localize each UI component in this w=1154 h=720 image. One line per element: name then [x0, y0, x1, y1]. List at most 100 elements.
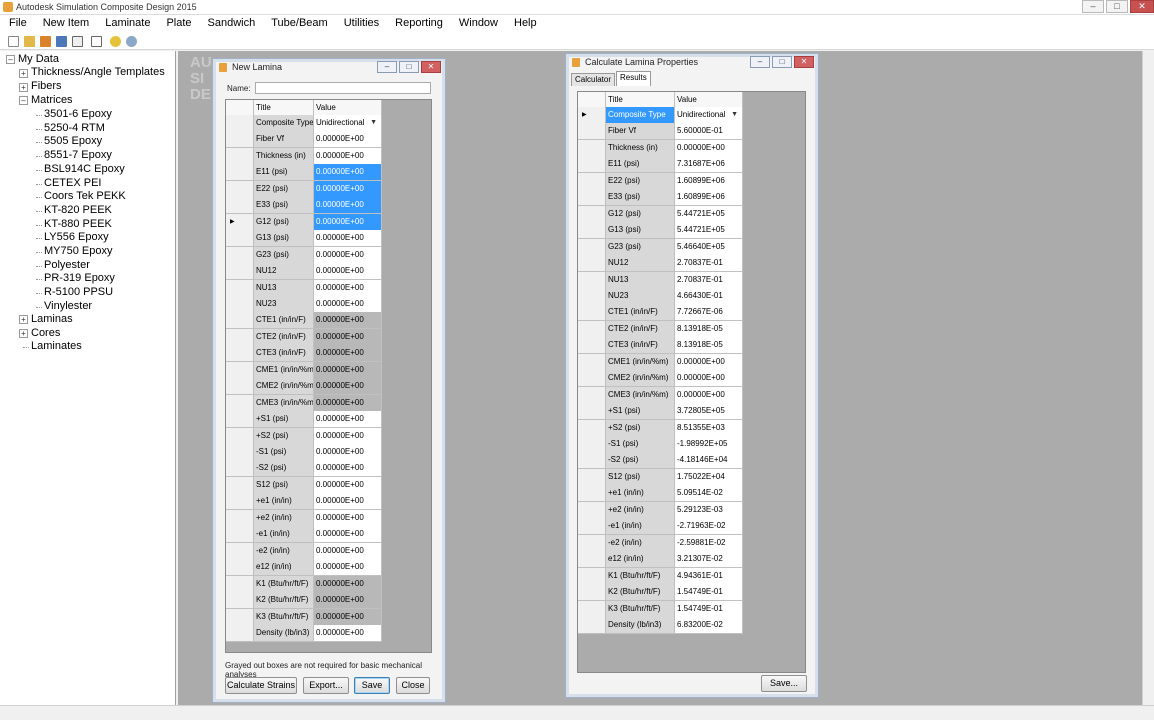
row-value-input[interactable]: 0.00000E+00	[314, 213, 382, 231]
row-header[interactable]	[226, 608, 254, 626]
row-header[interactable]	[578, 304, 606, 322]
row-value-input[interactable]: 0.00000E+00	[314, 493, 382, 511]
menu-reporting[interactable]: Reporting	[386, 15, 450, 33]
row-header[interactable]	[226, 444, 254, 461]
tree-item-matrix[interactable]: KT-820 PEEK	[44, 204, 112, 216]
tree-item-matrix[interactable]: 3501-6 Epoxy	[44, 108, 112, 120]
close-button[interactable]: ✕	[794, 56, 814, 68]
row-header[interactable]	[226, 460, 254, 478]
row-header[interactable]	[226, 164, 254, 182]
tree-item-matrix[interactable]: R-5100 PPSU	[44, 286, 113, 298]
row-header[interactable]	[226, 575, 254, 593]
library-icon[interactable]	[40, 36, 51, 47]
row-header[interactable]	[578, 172, 606, 190]
row-header[interactable]	[226, 246, 254, 264]
row-header[interactable]	[226, 345, 254, 363]
row-value-input[interactable]: 0.00000E+00	[314, 131, 382, 149]
row-header[interactable]	[578, 501, 606, 519]
help-icon[interactable]	[91, 36, 102, 47]
row-value-input[interactable]: 0.00000E+00	[314, 164, 382, 182]
tree-item-matrix[interactable]: BSL914C Epoxy	[44, 163, 125, 175]
row-header[interactable]	[578, 337, 606, 355]
name-input[interactable]	[255, 82, 431, 94]
minimize-button[interactable]: –	[1082, 0, 1104, 13]
row-header[interactable]	[226, 526, 254, 544]
tree-item-matrix[interactable]: KT-880 PEEK	[44, 218, 112, 230]
tree-root-my-data[interactable]: My Data	[18, 53, 59, 65]
row-header[interactable]	[226, 263, 254, 281]
row-header[interactable]	[578, 616, 606, 634]
new-lamina-titlebar[interactable]: New Lamina – □ ✕	[213, 59, 445, 75]
tree-item-matrix[interactable]: 8551-7 Epoxy	[44, 149, 112, 161]
open-folder-icon[interactable]	[24, 36, 35, 47]
tree-item-matrix[interactable]: 5505 Epoxy	[44, 135, 102, 147]
row-value-input[interactable]: 0.00000E+00	[314, 230, 382, 248]
menu-tube-beam[interactable]: Tube/Beam	[262, 15, 334, 33]
row-header[interactable]	[578, 600, 606, 618]
row-header[interactable]	[226, 328, 254, 346]
expand-icon[interactable]: +	[19, 329, 28, 338]
row-header[interactable]: ▶	[226, 213, 254, 231]
row-value-input[interactable]: 0.00000E+00	[314, 476, 382, 494]
row-header[interactable]: ▶	[578, 107, 606, 124]
row-header[interactable]	[226, 411, 254, 429]
row-value-input[interactable]: Unidirectional ▼	[314, 115, 382, 132]
search-icon[interactable]	[110, 36, 121, 47]
row-header[interactable]	[578, 534, 606, 552]
row-value-input[interactable]: 0.00000E+00	[314, 147, 382, 165]
row-header[interactable]	[226, 476, 254, 494]
vertical-scrollbar[interactable]	[1142, 51, 1154, 705]
row-header[interactable]	[226, 279, 254, 297]
save-results-button[interactable]: Save...	[761, 675, 807, 692]
close-button[interactable]: ✕	[421, 61, 441, 73]
row-value-input[interactable]: 0.00000E+00	[314, 197, 382, 215]
expand-icon[interactable]: +	[19, 69, 28, 78]
row-header[interactable]	[578, 584, 606, 602]
row-value-input[interactable]: 0.00000E+00	[314, 328, 382, 346]
menu-file[interactable]: File	[0, 15, 34, 33]
tree-item-matrix[interactable]: LY556 Epoxy	[44, 231, 109, 243]
row-header[interactable]	[578, 205, 606, 223]
row-value-input[interactable]: 0.00000E+00	[314, 361, 382, 379]
maximize-button[interactable]: □	[1106, 0, 1128, 13]
row-header[interactable]	[578, 156, 606, 174]
menu-sandwich[interactable]: Sandwich	[199, 15, 263, 33]
row-value-input[interactable]: 0.00000E+00	[314, 608, 382, 626]
collapse-icon[interactable]: –	[19, 96, 28, 105]
row-value-input[interactable]: 0.00000E+00	[314, 624, 382, 642]
row-header[interactable]	[226, 624, 254, 642]
close-button[interactable]: ✕	[1130, 0, 1154, 13]
row-header[interactable]	[578, 452, 606, 470]
row-value-input[interactable]: 0.00000E+00	[314, 542, 382, 560]
row-value-input[interactable]: 0.00000E+00	[314, 180, 382, 198]
row-header[interactable]	[226, 378, 254, 396]
tree-item-laminates[interactable]: Laminates	[31, 340, 82, 352]
row-header[interactable]	[578, 485, 606, 503]
row-header[interactable]	[226, 394, 254, 412]
row-header[interactable]	[578, 386, 606, 404]
row-header[interactable]	[226, 509, 254, 527]
row-value-input[interactable]: 0.00000E+00	[314, 263, 382, 281]
save-button[interactable]: Save	[354, 677, 390, 694]
row-header[interactable]	[578, 518, 606, 536]
edit-icon[interactable]	[72, 36, 83, 47]
row-header[interactable]	[226, 295, 254, 313]
row-value-input[interactable]: 0.00000E+00	[314, 444, 382, 461]
info-icon[interactable]	[126, 36, 137, 47]
expand-icon[interactable]: +	[19, 315, 28, 324]
tree-item-matrix[interactable]: 5250-4 RTM	[44, 122, 105, 134]
tree-item-fibers[interactable]: Fibers	[31, 80, 62, 92]
row-header[interactable]	[226, 312, 254, 330]
row-header[interactable]	[578, 551, 606, 569]
row-header[interactable]	[226, 559, 254, 577]
calculate-strains-button[interactable]: Calculate Strains	[225, 677, 297, 694]
tab-calculator[interactable]: Calculator	[571, 73, 616, 86]
row-value-input[interactable]: 0.00000E+00	[314, 411, 382, 429]
row-value-input[interactable]: 0.00000E+00	[314, 526, 382, 544]
row-value-input[interactable]: 0.00000E+00	[314, 394, 382, 412]
row-value-input[interactable]: 0.00000E+00	[314, 295, 382, 313]
tree-item-matrix[interactable]: Vinylester	[44, 300, 92, 312]
expand-icon[interactable]: +	[19, 83, 28, 92]
row-value-input[interactable]: 0.00000E+00	[314, 312, 382, 330]
row-header[interactable]	[226, 131, 254, 149]
